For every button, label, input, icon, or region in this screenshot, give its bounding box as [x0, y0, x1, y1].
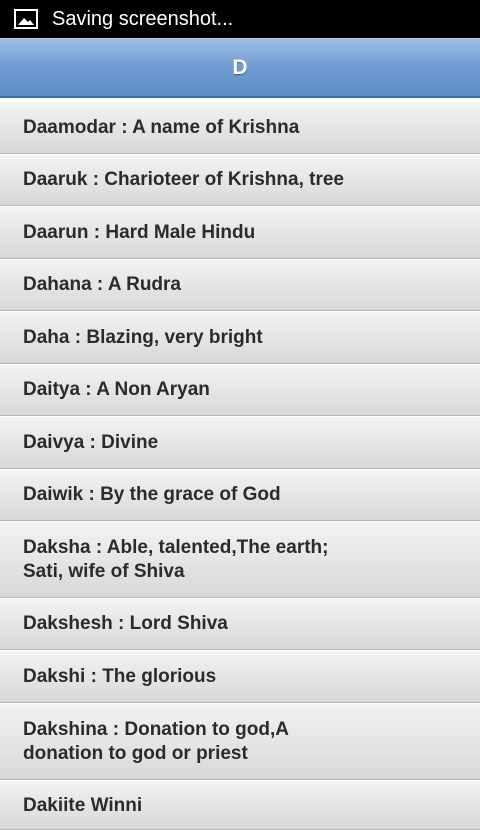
- list-item[interactable]: Daamodar : A name of Krishna: [0, 101, 480, 154]
- section-header: D: [0, 38, 480, 98]
- list-item-label: Daaruk : Charioteer of Krishna, tree: [23, 169, 344, 190]
- status-bar: Saving screenshot...: [0, 0, 480, 38]
- list-item-label: Daha : Blazing, very bright: [23, 326, 263, 348]
- list-item[interactable]: Daha : Blazing, very bright: [0, 311, 480, 364]
- list-item[interactable]: Daitya : A Non Aryan: [0, 364, 480, 416]
- list-item-label: Daarun : Hard Male Hindu: [23, 221, 256, 243]
- list-item[interactable]: Dakshesh : Lord Shiva: [0, 598, 480, 650]
- list-item-label: Daiwik : By the grace of God: [23, 484, 281, 505]
- list-item[interactable]: Daarun : Hard Male Hindu: [0, 206, 480, 259]
- list-item[interactable]: Daiwik : By the grace of God: [0, 469, 480, 521]
- list-item[interactable]: Dakshi : The glorious: [0, 650, 480, 703]
- list-item-label: Dakshesh : Lord Shiva: [23, 613, 228, 634]
- list-item[interactable]: Dakiite Winni: [0, 780, 480, 830]
- list-item-label: Daamodar : A name of Krishna: [23, 116, 300, 138]
- list-item-label: Dahana : A Rudra: [23, 274, 182, 295]
- list-item-label: Dakshina : Donation to god,A donation to…: [23, 718, 289, 764]
- list-item[interactable]: Daaruk : Charioteer of Krishna, tree: [0, 154, 480, 206]
- list-item[interactable]: Daivya : Divine: [0, 416, 480, 469]
- list-item-label: Daitya : A Non Aryan: [23, 379, 210, 400]
- section-title: D: [232, 55, 248, 79]
- list-item-label: Daivya : Divine: [23, 431, 159, 453]
- status-text: Saving screenshot...: [52, 7, 234, 30]
- list-item-label: Dakiite Winni: [23, 795, 143, 816]
- image-icon: [14, 9, 38, 29]
- list-item[interactable]: Dahana : A Rudra: [0, 259, 480, 311]
- list-item[interactable]: Dakshina : Donation to god,A donation to…: [0, 703, 480, 780]
- list-item-label: Daksha : Able, talented,The earth; Sati,…: [23, 536, 329, 582]
- list-item[interactable]: Daksha : Able, talented,The earth; Sati,…: [0, 521, 480, 598]
- list-item-label: Dakshi : The glorious: [23, 665, 217, 687]
